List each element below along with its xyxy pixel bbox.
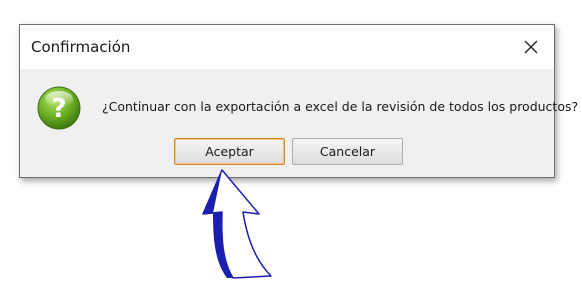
confirmation-dialog: Confirmación ? ¿Continuar con la exporta… xyxy=(19,24,578,178)
dialog-titlebar: Confirmación xyxy=(20,25,554,69)
question-icon: ? xyxy=(37,86,81,130)
arrow-pointer-icon xyxy=(202,169,272,279)
accept-button[interactable]: Aceptar xyxy=(174,138,285,165)
close-button[interactable] xyxy=(508,25,554,69)
svg-text:?: ? xyxy=(51,94,66,124)
close-icon xyxy=(524,40,538,54)
cancel-button[interactable]: Cancelar xyxy=(292,138,403,165)
dialog-body: ? ¿Continuar con la exportación a excel … xyxy=(20,69,578,177)
dialog-message: ¿Continuar con la exportación a excel de… xyxy=(102,99,579,114)
dialog-title: Confirmación xyxy=(31,38,131,56)
